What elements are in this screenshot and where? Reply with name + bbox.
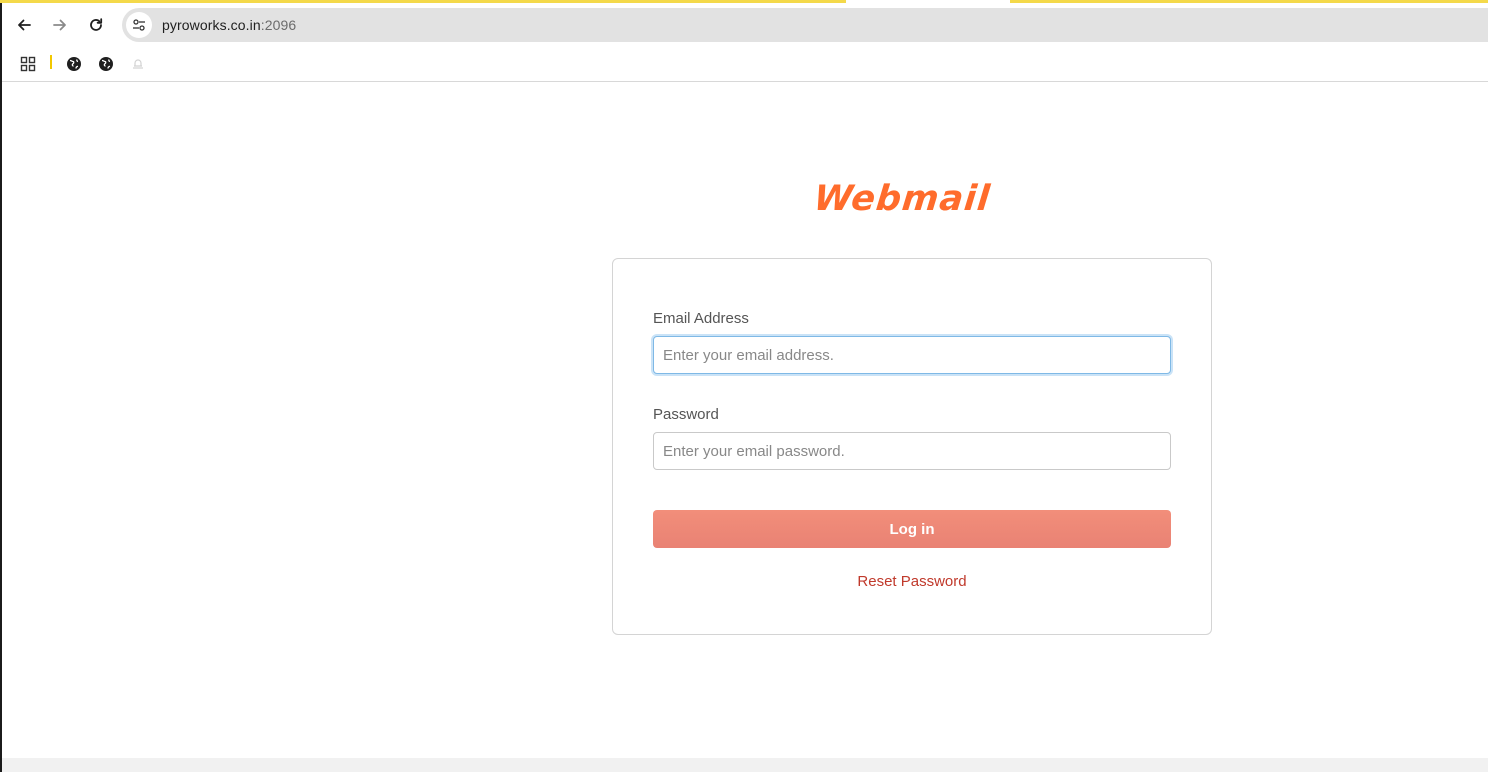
webmail-logo: Webmail [811, 179, 993, 219]
arrow-left-icon [18, 19, 31, 31]
bookmark-separator [50, 55, 52, 69]
page-content: Webmail Email Address Password Log in Re… [2, 83, 1488, 758]
email-input[interactable] [653, 336, 1171, 374]
back-button[interactable] [10, 11, 38, 39]
arrow-right-icon [53, 19, 66, 31]
placeholder-icon [133, 59, 143, 69]
password-label: Password [653, 406, 719, 423]
password-input[interactable] [653, 432, 1171, 470]
forward-button[interactable] [46, 11, 74, 39]
tune-icon [133, 19, 145, 31]
url-host: pyroworks.co.in [162, 17, 261, 33]
login-card: Email Address Password Log in Reset Pass… [612, 258, 1212, 635]
url-text: pyroworks.co.in:2096 [162, 17, 296, 33]
footer-strip [2, 758, 1488, 772]
bookmark-3[interactable] [128, 54, 148, 74]
reload-button[interactable] [82, 11, 110, 39]
url-port: :2096 [260, 17, 297, 33]
bookmark-2[interactable] [96, 54, 116, 74]
email-label: Email Address [653, 310, 749, 327]
globe-icon [67, 57, 81, 71]
apps-grid-icon [20, 56, 36, 72]
login-button[interactable]: Log in [653, 510, 1171, 548]
bookmark-1[interactable] [64, 54, 84, 74]
bookmarks-bar [2, 47, 1488, 82]
site-info-button[interactable] [126, 12, 152, 38]
apps-button[interactable] [18, 54, 38, 74]
reset-password-link[interactable]: Reset Password [613, 573, 1211, 590]
globe-icon [99, 57, 113, 71]
browser-toolbar: pyroworks.co.in:2096 [2, 3, 1488, 47]
reload-icon [90, 18, 103, 31]
address-bar[interactable]: pyroworks.co.in:2096 [122, 8, 1488, 42]
